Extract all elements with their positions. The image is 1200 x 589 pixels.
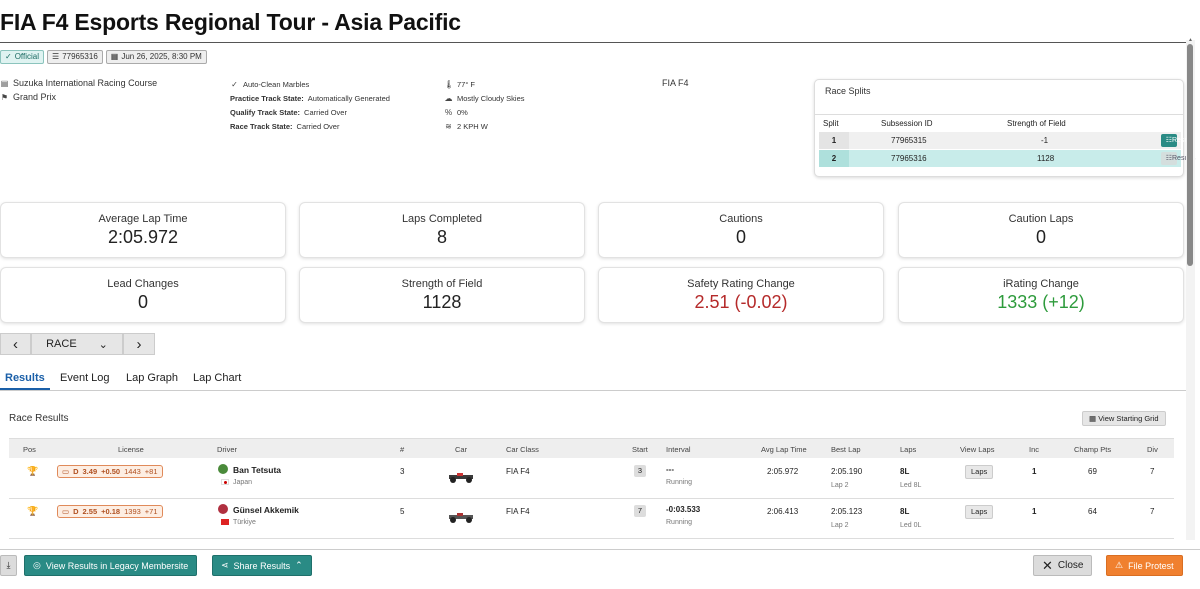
stat-card-avg-lap: Average Lap Time 2:05.972 bbox=[0, 202, 286, 258]
calendar-icon: ▦ bbox=[110, 52, 119, 61]
grid-icon: ▦ bbox=[1089, 414, 1097, 423]
car-icon bbox=[447, 511, 477, 523]
license-badge: ▭ D 2.55 +0.18 1393 +71 bbox=[57, 505, 163, 518]
date-badge: ▦ Jun 26, 2025, 8:30 PM bbox=[105, 50, 207, 64]
close-icon: ✕ bbox=[1042, 557, 1053, 573]
session-dropdown[interactable]: RACE ⌄ bbox=[31, 333, 123, 355]
results-tabs: Results Event Log Lap Graph Lap Chart bbox=[0, 369, 1186, 391]
stat-card-ir-change: iRating Change 1333 (+12) bbox=[898, 267, 1184, 323]
legacy-membersite-button[interactable]: ◎ View Results in Legacy Membersite bbox=[24, 555, 198, 576]
session-badges: ✓ Official ☰ 77965316 ▦ Jun 26, 2025, 8:30 … bbox=[0, 50, 207, 64]
stat-card-caution-laps: Caution Laps 0 bbox=[898, 202, 1184, 258]
thermometer-icon: 🌡 bbox=[444, 80, 455, 89]
sky: ☁ Mostly Cloudy Skies bbox=[444, 94, 525, 103]
split-results-button[interactable]: ☷ Results bbox=[1160, 134, 1195, 147]
helmet-icon bbox=[218, 504, 228, 514]
table-row[interactable]: 🏆 ▭ D 2.55 +0.18 1393 +71 Günsel Akkemik Türk… bbox=[9, 499, 1174, 539]
race-splits-panel: Race Splits Split Subsession ID Strength… bbox=[814, 79, 1195, 177]
track-config: ⚑ Grand Prix bbox=[0, 92, 57, 102]
helmet-icon bbox=[218, 464, 228, 474]
session-selector: ‹ RACE ⌄ › bbox=[0, 333, 155, 355]
temperature: 🌡 77° F bbox=[444, 80, 476, 89]
license-icon: ▭ bbox=[62, 467, 70, 476]
split-row-selected: 2 77965316 1128 ☷ Results bbox=[819, 150, 1195, 167]
title-divider bbox=[0, 42, 1186, 43]
track-name: ▤ Suzuka International Racing Course bbox=[0, 78, 158, 88]
check-icon: ✓ bbox=[5, 52, 12, 61]
trophy-icon: 🏆 bbox=[27, 506, 39, 516]
license-icon: ▭ bbox=[62, 507, 70, 516]
file-protest-button[interactable]: ⚠ File Protest bbox=[1106, 555, 1183, 576]
flag-icon bbox=[221, 519, 229, 525]
list-icon: ☰ bbox=[52, 52, 60, 61]
stat-card-sr-change: Safety Rating Change 2.51 (-0.02) bbox=[598, 267, 884, 323]
view-laps-button[interactable]: Laps bbox=[965, 505, 994, 519]
track-icon: ▤ bbox=[0, 78, 9, 88]
car-icon bbox=[447, 471, 477, 483]
flag-icon bbox=[221, 479, 229, 485]
cloud-icon: ☁ bbox=[444, 94, 453, 103]
config-icon: ⚑ bbox=[0, 92, 9, 102]
check-icon: ✓ bbox=[231, 80, 238, 89]
view-starting-grid-button[interactable]: ▦ View Starting Grid bbox=[1082, 411, 1166, 426]
percent-icon: % bbox=[444, 108, 453, 117]
qualify-state: Qualify Track State: Carried Over bbox=[230, 108, 347, 117]
chevron-down-icon: ⌄ bbox=[98, 338, 108, 351]
warning-icon: ⚠ bbox=[1115, 560, 1124, 570]
share-results-button[interactable]: ⋖ Share Results ⌃ bbox=[212, 555, 312, 576]
view-laps-button[interactable]: Laps bbox=[965, 465, 994, 479]
wind-icon: ≋ bbox=[445, 122, 452, 131]
share-icon: ⋖ bbox=[221, 560, 229, 570]
footer-bar: ⤓ ◎ View Results in Legacy Membersite ⋖ Sh… bbox=[0, 549, 1200, 589]
stat-card-sof: Strength of Field 1128 bbox=[299, 267, 585, 323]
page-title: FIA F4 Esports Regional Tour - Asia Paci… bbox=[0, 9, 461, 35]
race-splits-title: Race Splits bbox=[825, 86, 871, 96]
stat-card-cautions: Cautions 0 bbox=[598, 202, 884, 258]
globe-icon: ◎ bbox=[33, 560, 41, 570]
race-state: Race Track State: Carried Over bbox=[230, 122, 340, 131]
marbles-info: ✓ Auto-Clean Marbles bbox=[231, 80, 310, 89]
tab-lap-graph[interactable]: Lap Graph bbox=[121, 372, 183, 390]
table-row[interactable]: 🏆 ▭ D 3.49 +0.50 1443 +81 Ban Tetsuta Japan 3… bbox=[9, 459, 1174, 499]
next-session-button[interactable]: › bbox=[123, 333, 155, 355]
subsession-badge: ☰ 77965316 bbox=[47, 50, 103, 64]
tab-event-log[interactable]: Event Log bbox=[55, 372, 115, 390]
practice-state: Practice Track State: Automatically Gener… bbox=[230, 94, 390, 103]
chevron-up-icon: ⌃ bbox=[295, 560, 303, 570]
close-button[interactable]: ✕ Close bbox=[1033, 555, 1093, 576]
split-row: 1 77965315 -1 ☷ Results bbox=[819, 132, 1195, 149]
prev-session-button[interactable]: ‹ bbox=[0, 333, 31, 355]
driver-name[interactable]: Ban Tetsuta bbox=[233, 465, 281, 475]
split-results-button[interactable]: ☷ Results bbox=[1160, 152, 1195, 165]
official-badge: ✓ Official bbox=[0, 50, 45, 64]
tab-results[interactable]: Results bbox=[0, 372, 50, 390]
results-table-header: Pos License Driver # Car Car Class Start… bbox=[9, 438, 1174, 458]
trophy-icon: 🏆 bbox=[27, 466, 39, 476]
scrollbar-thumb[interactable] bbox=[1187, 44, 1193, 266]
stat-card-lead-changes: Lead Changes 0 bbox=[0, 267, 286, 323]
stat-card-laps: Laps Completed 8 bbox=[299, 202, 585, 258]
tab-lap-chart[interactable]: Lap Chart bbox=[188, 372, 246, 390]
driver-name[interactable]: Günsel Akkemik bbox=[233, 505, 299, 515]
license-badge: ▭ D 3.49 +0.50 1443 +81 bbox=[57, 465, 163, 478]
wind: ≋ 2 KPH W bbox=[445, 122, 488, 131]
rain-chance: % 0% bbox=[444, 108, 468, 117]
download-button[interactable]: ⤓ bbox=[0, 555, 17, 576]
scroll-up-arrow[interactable]: ▲ bbox=[1186, 37, 1195, 43]
download-icon: ⤓ bbox=[6, 560, 11, 570]
splits-header: Split Subsession ID Strength of Field bbox=[823, 119, 1066, 128]
race-results-title: Race Results bbox=[9, 413, 69, 424]
series-class: FIA F4 bbox=[662, 78, 689, 88]
